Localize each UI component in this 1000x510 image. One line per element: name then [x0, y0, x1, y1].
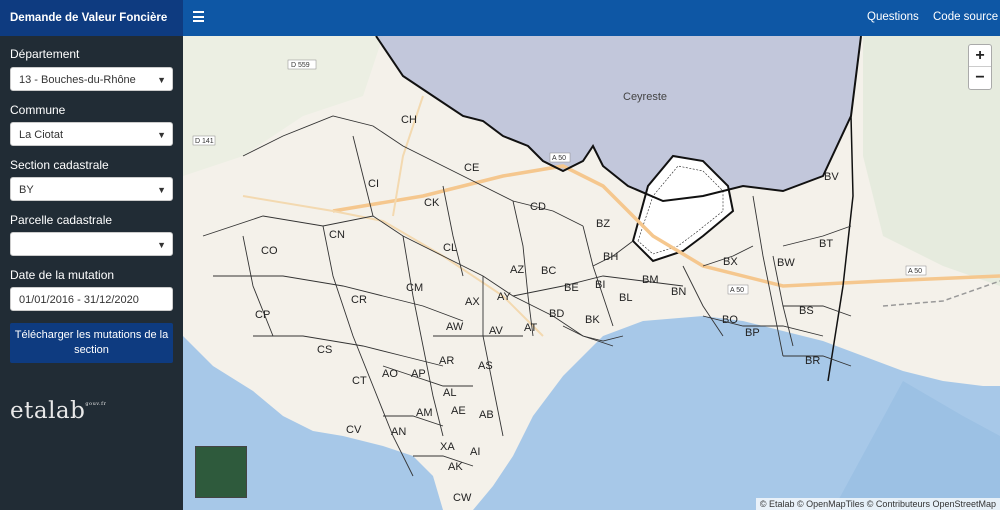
section-label-be[interactable]: BE [564, 282, 579, 294]
section-label-an[interactable]: AN [391, 426, 406, 438]
section-value: BY [19, 184, 34, 196]
chevron-down-icon: ▼ [157, 185, 166, 195]
section-label: Section cadastrale [10, 158, 109, 172]
section-label-cw[interactable]: CW [453, 492, 472, 504]
section-label-xa[interactable]: XA [440, 441, 455, 453]
minimap[interactable] [195, 446, 247, 498]
section-label-bp[interactable]: BP [745, 327, 760, 339]
section-label-cr[interactable]: CR [351, 294, 367, 306]
section-label-az[interactable]: AZ [510, 264, 524, 276]
road-label-d559: D 559 [291, 62, 310, 69]
section-label-ch[interactable]: CH [401, 114, 417, 126]
section-label-ct[interactable]: CT [352, 375, 367, 387]
section-label-cd[interactable]: CD [530, 201, 546, 213]
section-label-am[interactable]: AM [416, 407, 433, 419]
section-label-cp[interactable]: CP [255, 309, 270, 321]
commune-value: La Ciotat [19, 129, 64, 141]
section-label-cn[interactable]: CN [329, 229, 345, 241]
top-bar: Questions Code source [183, 0, 1000, 36]
section-label-cm[interactable]: CM [406, 282, 423, 294]
section-label-al[interactable]: AL [443, 387, 456, 399]
sidebar: Demande de Valeur Foncière Département 1… [0, 0, 183, 510]
section-label-bo[interactable]: BO [722, 314, 738, 326]
commune-select[interactable]: La Ciotat ▼ [10, 122, 173, 146]
section-label-br[interactable]: BR [805, 355, 820, 367]
zoom-in-button[interactable]: + [969, 45, 991, 67]
section-label-bi[interactable]: BI [595, 279, 605, 291]
section-label-ap[interactable]: AP [411, 368, 426, 380]
road-label-a50-2: A 50 [730, 287, 744, 294]
section-label-at[interactable]: AT [524, 322, 538, 334]
section-label-bv[interactable]: BV [824, 171, 839, 183]
section-label-bx[interactable]: BX [723, 256, 738, 268]
section-label-ao[interactable]: AO [382, 368, 398, 380]
section-label-as[interactable]: AS [478, 360, 493, 372]
section-label-bs[interactable]: BS [799, 305, 814, 317]
departement-value: 13 - Bouches-du-Rhône [19, 74, 136, 86]
section-select[interactable]: BY ▼ [10, 177, 173, 201]
departement-label: Département [10, 47, 80, 61]
section-label-ci[interactable]: CI [368, 178, 379, 190]
chevron-down-icon: ▼ [157, 130, 166, 140]
commune-label: Commune [10, 103, 66, 117]
section-label-ck[interactable]: CK [424, 197, 440, 209]
hamburger-menu-icon[interactable] [193, 11, 204, 24]
zoom-out-button[interactable]: − [969, 67, 991, 89]
map-canvas[interactable]: D 559 D 141 A 50 A 50 A 50 Ceyreste CH CE… [183, 36, 1000, 510]
section-label-bl[interactable]: BL [619, 292, 632, 304]
section-label-ae[interactable]: AE [451, 405, 466, 417]
section-label-bk[interactable]: BK [585, 314, 600, 326]
date-label: Date de la mutation [10, 268, 115, 282]
parcelle-select[interactable]: ▼ [10, 232, 173, 256]
section-label-cl[interactable]: CL [443, 242, 457, 254]
section-label-bc[interactable]: BC [541, 265, 556, 277]
road-label-d141: D 141 [195, 138, 214, 145]
section-label-bt[interactable]: BT [819, 238, 833, 250]
etalab-logo: etalabgouv.fr [10, 398, 107, 424]
section-label-av[interactable]: AV [489, 325, 504, 337]
section-label-ay[interactable]: AY [497, 291, 512, 303]
section-label-bm[interactable]: BM [642, 274, 659, 286]
chevron-down-icon: ▼ [157, 240, 166, 250]
section-label-bd[interactable]: BD [549, 308, 564, 320]
app-title: Demande de Valeur Foncière [0, 0, 183, 36]
departement-select[interactable]: 13 - Bouches-du-Rhône ▼ [10, 67, 173, 91]
section-label-aw[interactable]: AW [446, 321, 464, 333]
section-label-ce[interactable]: CE [464, 162, 479, 174]
section-label-cs[interactable]: CS [317, 344, 332, 356]
section-label-bz[interactable]: BZ [596, 218, 610, 230]
section-label-ab[interactable]: AB [479, 409, 494, 421]
road-label-a50-1: A 50 [552, 155, 566, 162]
section-label-bh[interactable]: BH [603, 251, 618, 263]
section-label-ar[interactable]: AR [439, 355, 454, 367]
map-attribution: © Etalab © OpenMapTiles © Contributeurs … [755, 498, 1000, 510]
section-label-ax[interactable]: AX [465, 296, 480, 308]
section-label-ai[interactable]: AI [470, 446, 480, 458]
section-label-cv[interactable]: CV [346, 424, 362, 436]
section-label-ak[interactable]: AK [448, 461, 463, 473]
map-view[interactable]: D 559 D 141 A 50 A 50 A 50 Ceyreste CH CE… [183, 36, 1000, 510]
section-label-co[interactable]: CO [261, 245, 278, 257]
source-code-link[interactable]: Code source [933, 11, 998, 23]
date-range-input[interactable]: 01/01/2016 - 31/12/2020 [10, 287, 173, 311]
section-label-bn[interactable]: BN [671, 286, 686, 298]
zoom-control: + − [968, 44, 992, 90]
download-mutations-button[interactable]: Télécharger les mutations de la section [10, 323, 173, 363]
place-ceyreste: Ceyreste [623, 91, 667, 103]
questions-link[interactable]: Questions [867, 11, 919, 23]
road-label-a50-3: A 50 [908, 268, 922, 275]
section-label-bw[interactable]: BW [777, 257, 795, 269]
parcelle-label: Parcelle cadastrale [10, 213, 113, 227]
chevron-down-icon: ▼ [157, 75, 166, 85]
